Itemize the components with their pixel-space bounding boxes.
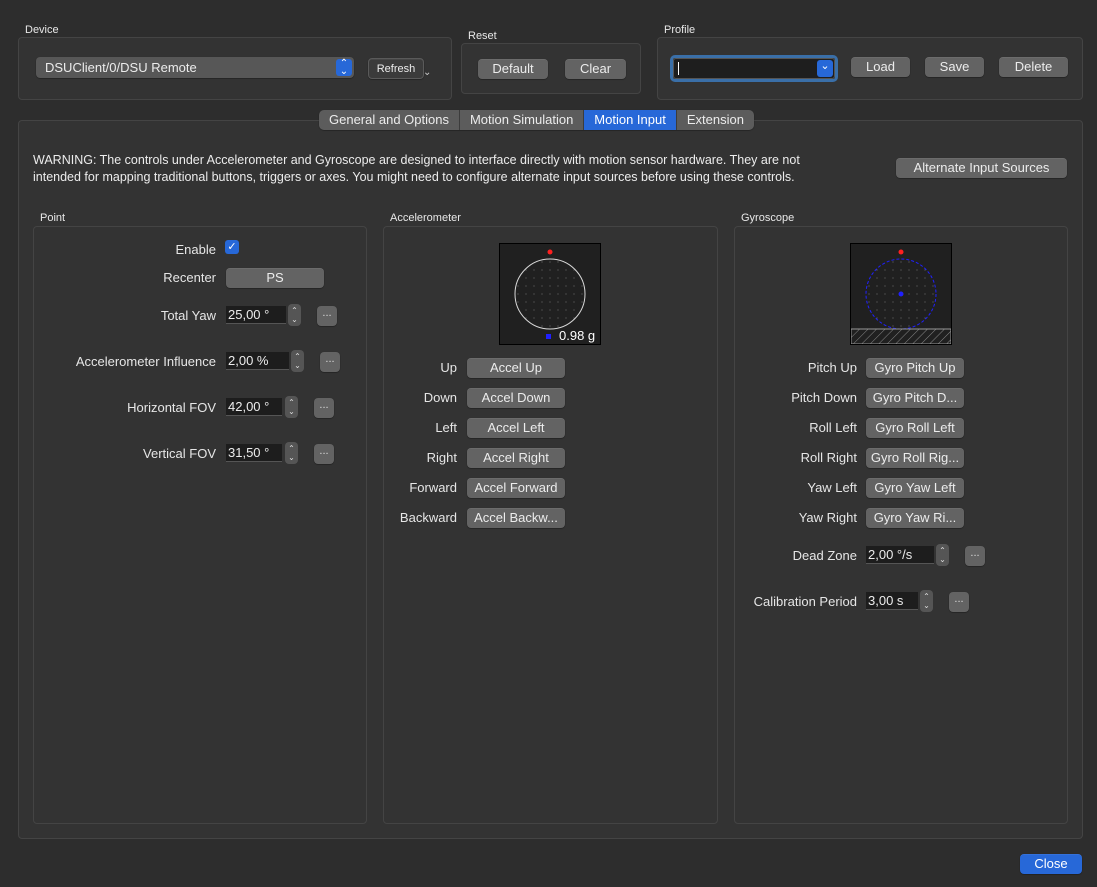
dead-zone-field[interactable]: 2,00 °/s xyxy=(866,546,934,564)
gyroscope-indicator-graphic xyxy=(851,249,951,344)
tab-motion-input[interactable]: Motion Input xyxy=(584,110,677,130)
calibration-period-label: Calibration Period xyxy=(753,594,857,609)
accel-influence-label: Accelerometer Influence xyxy=(75,354,216,369)
gyro-yaw-right-button[interactable]: Gyro Yaw Ri... xyxy=(866,508,964,528)
alternate-input-sources-button[interactable]: Alternate Input Sources xyxy=(896,158,1067,178)
calibration-period-field[interactable]: 3,00 s xyxy=(866,592,918,610)
tab-general-options[interactable]: General and Options xyxy=(319,110,460,130)
accelerometer-indicator: 0.98 g xyxy=(499,243,601,345)
chevron-down-icon[interactable]: ⌄ xyxy=(817,60,833,77)
total-yaw-field[interactable]: 25,00 ° xyxy=(226,306,286,324)
warning-text: WARNING: The controls under Acceleromete… xyxy=(33,152,800,186)
vfov-more-button[interactable]: ... xyxy=(314,444,334,464)
default-button[interactable]: Default xyxy=(478,59,548,79)
device-group-title: Device xyxy=(25,24,59,36)
reset-group-title: Reset xyxy=(468,30,497,42)
hfov-label: Horizontal FOV xyxy=(127,400,216,415)
vfov-label: Vertical FOV xyxy=(143,446,216,461)
profile-combo[interactable]: ⌄ xyxy=(673,58,835,79)
tab-extension[interactable]: Extension xyxy=(676,110,754,130)
warning-line-2: intended for mapping traditional buttons… xyxy=(33,170,795,184)
accel-backward-label: Backward xyxy=(399,510,457,525)
gyroscope-group-title: Gyroscope xyxy=(741,212,795,224)
warning-line-1: WARNING: The controls under Acceleromete… xyxy=(33,153,800,167)
accel-left-button[interactable]: Accel Left xyxy=(467,418,565,438)
accel-influence-field[interactable]: 2,00 % xyxy=(226,352,289,370)
reset-group: Default Clear xyxy=(461,43,641,94)
dead-zone-label: Dead Zone xyxy=(792,548,857,563)
enable-label: Enable xyxy=(175,242,216,257)
clear-button[interactable]: Clear xyxy=(565,59,626,79)
close-button[interactable]: Close xyxy=(1020,854,1082,874)
accel-influence-stepper[interactable]: ⌃ ⌄ xyxy=(291,350,304,372)
gyro-roll-right-button[interactable]: Gyro Roll Rig... xyxy=(866,448,964,468)
gyro-pitch-up-label: Pitch Up xyxy=(807,360,857,375)
vfov-stepper[interactable]: ⌃ ⌄ xyxy=(285,442,298,464)
gyro-yaw-left-button[interactable]: Gyro Yaw Left xyxy=(866,478,964,498)
dead-zone-stepper[interactable]: ⌃ ⌄ xyxy=(936,544,949,566)
accel-forward-button[interactable]: Accel Forward xyxy=(467,478,565,498)
profile-group: ⌄ Load Save Delete xyxy=(657,37,1083,100)
accel-influence-more-button[interactable]: ... xyxy=(320,352,340,372)
dead-zone-more-button[interactable]: ... xyxy=(965,546,985,566)
accel-right-label: Right xyxy=(426,450,457,465)
vfov-field[interactable]: 31,50 ° xyxy=(226,444,282,462)
gyro-pitch-down-label: Pitch Down xyxy=(791,390,857,405)
chevron-updown-icon: ⌃ ⌄ xyxy=(336,58,352,76)
device-group: DSUClient/0/DSU Remote ⌃ ⌄ Refresh ⌄ xyxy=(18,37,452,100)
accel-blue-marker xyxy=(546,334,551,339)
tab-motion-simulation[interactable]: Motion Simulation xyxy=(459,110,585,130)
device-select-value: DSUClient/0/DSU Remote xyxy=(45,60,197,75)
accel-readout: 0.98 g xyxy=(559,328,596,343)
gyro-yaw-left-label: Yaw Left xyxy=(807,480,857,495)
point-group-title: Point xyxy=(40,212,66,224)
hfov-more-button[interactable]: ... xyxy=(314,398,334,418)
refresh-button[interactable]: Refresh xyxy=(368,58,424,79)
chevron-down-icon: ⌄ xyxy=(423,67,432,78)
accel-down-button[interactable]: Accel Down xyxy=(467,388,565,408)
gyroscope-indicator xyxy=(850,243,952,345)
gyro-pitch-down-button[interactable]: Gyro Pitch D... xyxy=(866,388,964,408)
checkmark-icon: ✓ xyxy=(227,241,237,253)
accel-red-dot xyxy=(547,249,553,255)
save-button[interactable]: Save xyxy=(925,57,984,77)
hfov-field[interactable]: 42,00 ° xyxy=(226,398,282,416)
accel-right-button[interactable]: Accel Right xyxy=(467,448,565,468)
recenter-binding-button[interactable]: PS xyxy=(226,268,324,288)
calibration-period-stepper[interactable]: ⌃ ⌄ xyxy=(920,590,933,612)
accel-backward-button[interactable]: Accel Backw... xyxy=(467,508,565,528)
delete-button[interactable]: Delete xyxy=(999,57,1068,77)
enable-checkbox[interactable]: ✓ xyxy=(225,240,239,254)
total-yaw-more-button[interactable]: ... xyxy=(317,306,337,326)
device-select[interactable]: DSUClient/0/DSU Remote ⌃ ⌄ xyxy=(36,57,354,78)
gyro-yaw-right-label: Yaw Right xyxy=(798,510,857,525)
gyro-roll-left-button[interactable]: Gyro Roll Left xyxy=(866,418,964,438)
profile-group-title: Profile xyxy=(664,24,696,36)
total-yaw-stepper[interactable]: ⌃ ⌄ xyxy=(288,304,301,326)
total-yaw-label: Total Yaw xyxy=(160,308,216,323)
accelerometer-group-title: Accelerometer xyxy=(390,212,461,224)
gyro-roll-right-label: Roll Right xyxy=(800,450,857,465)
accel-up-label: Up xyxy=(440,360,457,375)
gyro-roll-left-label: Roll Left xyxy=(809,420,857,435)
accel-left-label: Left xyxy=(435,420,457,435)
tab-bar: General and Options Motion Simulation Mo… xyxy=(319,110,754,130)
accel-forward-label: Forward xyxy=(409,480,457,495)
text-cursor xyxy=(678,62,679,75)
recenter-label: Recenter xyxy=(163,270,216,285)
load-button[interactable]: Load xyxy=(851,57,910,77)
calibration-period-more-button[interactable]: ... xyxy=(949,592,969,612)
gyro-pitch-up-button[interactable]: Gyro Pitch Up xyxy=(866,358,964,378)
gyro-blue-dot xyxy=(898,291,904,297)
accel-up-button[interactable]: Accel Up xyxy=(467,358,565,378)
accel-down-label: Down xyxy=(423,390,457,405)
gyro-red-dot xyxy=(898,249,904,255)
hfov-stepper[interactable]: ⌃ ⌄ xyxy=(285,396,298,418)
